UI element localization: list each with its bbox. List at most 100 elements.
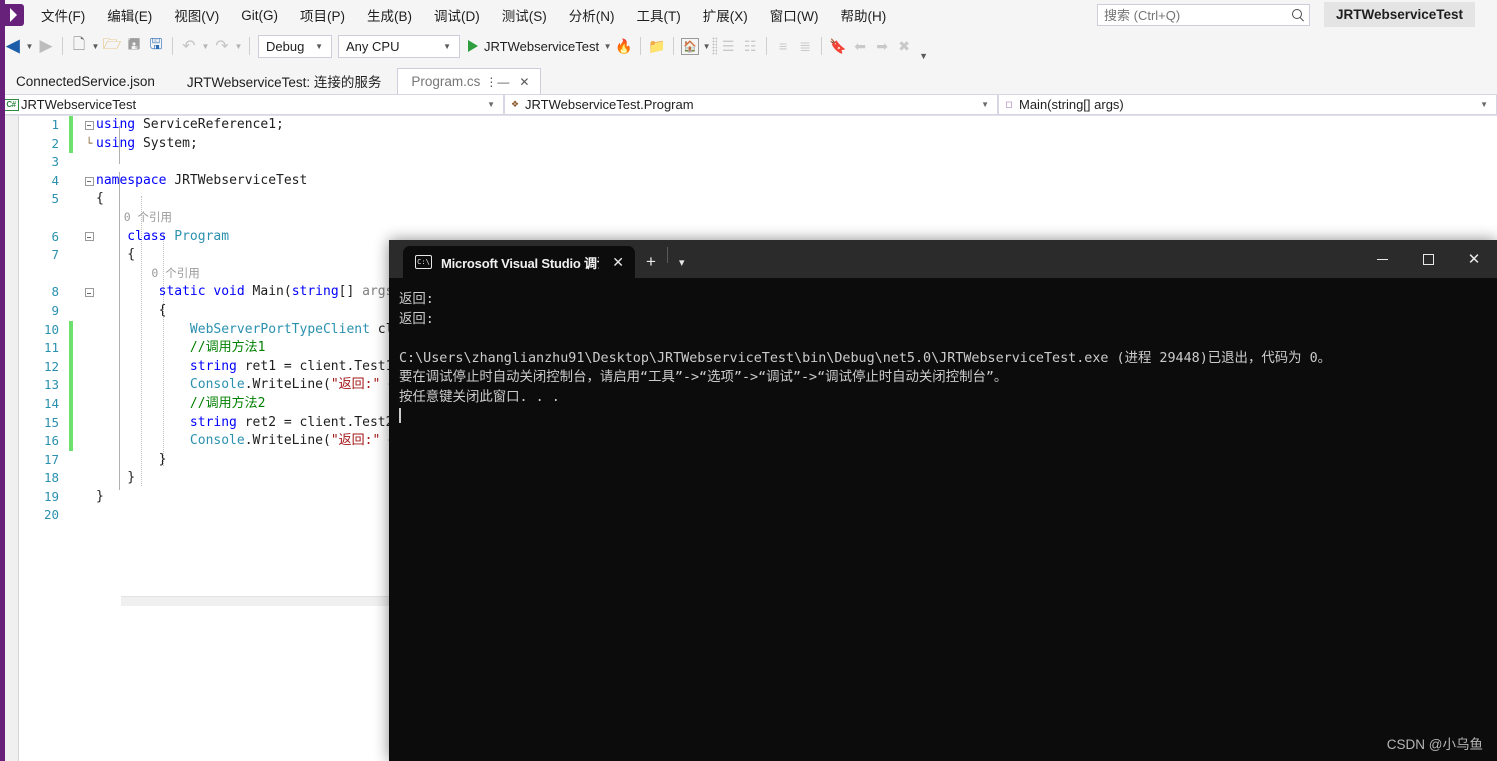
new-item-icon[interactable]: 🗋 <box>68 35 90 57</box>
folder-search-icon[interactable]: 📁 <box>646 35 668 57</box>
redo-icon[interactable]: ↷ <box>211 35 233 57</box>
codelens-label[interactable]: 0 个引用 <box>96 264 199 284</box>
navigation-member-combo[interactable]: ◻ Main(string[] args) ▼ <box>998 94 1497 115</box>
menu-item-debug[interactable]: 调试(D) <box>423 1 491 29</box>
navigate-forward-icon[interactable]: ▶ <box>35 35 57 57</box>
menu-item-analyze[interactable]: 分析(N) <box>558 1 626 29</box>
search-icon[interactable] <box>1291 8 1305 22</box>
outlining-glyph[interactable] <box>82 283 96 302</box>
tab-program-cs[interactable]: Program.cs ⋮— ✕ <box>397 68 542 94</box>
maximize-icon[interactable] <box>1405 240 1451 278</box>
redo-dropdown-icon[interactable]: ▼ <box>233 35 244 57</box>
save-all-icon[interactable]: 🖫 <box>145 35 167 57</box>
menu-item-help[interactable]: 帮助(H) <box>829 1 897 29</box>
menu-item-extensions[interactable]: 扩展(X) <box>692 1 759 29</box>
decrease-indent-icon[interactable]: ≡ <box>772 35 794 57</box>
start-debugging-button[interactable]: JRTWebserviceTest <box>463 34 602 58</box>
outlining-glyph[interactable] <box>82 116 96 135</box>
comment-selection-icon[interactable]: ☰ <box>717 35 739 57</box>
increase-indent-icon[interactable]: ≣ <box>794 35 816 57</box>
start-dropdown-icon[interactable]: ▼ <box>602 35 613 57</box>
tab-label: ConnectedService.json <box>16 73 155 89</box>
code-token: .WriteLine( <box>244 433 331 449</box>
menu-item-file[interactable]: 文件(F) <box>30 1 96 29</box>
code-content: 1 using ServiceReference1; 2 └ using System;… <box>19 116 409 525</box>
uncomment-selection-icon[interactable]: ☷ <box>739 35 761 57</box>
debug-console-window: C:\ Microsoft Visual Studio 调试控 ✕ + ▾ ✕ … <box>389 240 1497 761</box>
outlining-glyph <box>82 432 96 451</box>
home-icon[interactable]: 🏠 <box>679 35 701 57</box>
navigate-back-icon[interactable]: ◀ <box>2 35 24 57</box>
search-box[interactable] <box>1097 4 1310 26</box>
standard-toolbar: ◀ ▼ ▶ 🗋 ▼ 🗁 🖪 🖫 ↶ ▼ ↷ ▼ Debug ▼ Any CPU … <box>0 30 1497 62</box>
menu-item-test[interactable]: 测试(S) <box>491 1 558 29</box>
outlining-glyph[interactable] <box>82 172 96 191</box>
chevron-down-icon[interactable]: ▼ <box>973 100 997 109</box>
line-number: 16 <box>43 433 59 449</box>
menu-item-git[interactable]: Git(G) <box>230 4 289 27</box>
open-file-icon[interactable]: 🗁 <box>101 35 123 57</box>
code-line: 9 { <box>19 302 409 321</box>
terminal-tab[interactable]: C:\ Microsoft Visual Studio 调试控 ✕ <box>403 246 635 278</box>
collapse-icon[interactable] <box>84 120 94 130</box>
collapse-icon[interactable] <box>84 232 94 242</box>
outlining-glyph <box>82 265 96 284</box>
menu-item-window[interactable]: 窗口(W) <box>759 1 830 29</box>
code-line: 2 └ using System; <box>19 134 409 154</box>
close-icon[interactable]: ✕ <box>1451 240 1497 278</box>
clear-bookmarks-icon[interactable]: ✖ <box>893 35 915 57</box>
change-indicator <box>69 172 73 191</box>
collapse-icon[interactable] <box>84 176 94 186</box>
tab-connected-services[interactable]: JRTWebserviceTest: 连接的服务 <box>171 68 398 94</box>
bookmark-icon[interactable]: 🔖 <box>827 35 849 57</box>
tab-label: Program.cs <box>411 74 481 89</box>
minimize-icon[interactable] <box>1359 240 1405 278</box>
console-title-bar[interactable]: C:\ Microsoft Visual Studio 调试控 ✕ + ▾ ✕ <box>389 240 1497 278</box>
previous-bookmark-icon[interactable]: ⬅ <box>849 35 871 57</box>
menu-item-project[interactable]: 项目(P) <box>289 1 356 29</box>
code-text: string ret2 = client.Test2As <box>96 414 409 433</box>
solution-platform-combo[interactable]: Any CPU ▼ <box>338 34 460 58</box>
new-tab-icon[interactable]: + <box>635 246 667 278</box>
chevron-down-icon[interactable]: ▾ <box>668 246 696 278</box>
chevron-down-icon[interactable]: ▼ <box>479 100 503 109</box>
chevron-down-icon[interactable]: ▼ <box>438 42 456 51</box>
window-accent-strip <box>0 0 5 761</box>
navigation-type-combo[interactable]: ❖ JRTWebserviceTest.Program ▼ <box>504 94 998 115</box>
menu-item-view[interactable]: 视图(V) <box>163 1 230 29</box>
navigation-project-combo[interactable]: C# JRTWebserviceTest ▼ <box>0 94 504 115</box>
undo-dropdown-icon[interactable]: ▼ <box>200 35 211 57</box>
navigate-back-dropdown-icon[interactable]: ▼ <box>24 35 35 57</box>
menu-item-tools[interactable]: 工具(T) <box>626 1 692 29</box>
menu-item-edit[interactable]: 编辑(E) <box>96 1 163 29</box>
close-icon[interactable]: ✕ <box>514 75 534 89</box>
chevron-down-icon[interactable]: ▼ <box>310 42 328 51</box>
new-item-dropdown-icon[interactable]: ▼ <box>90 35 101 57</box>
save-icon[interactable]: 🖪 <box>123 35 145 57</box>
code-line: 5{ <box>19 190 409 209</box>
outlining-glyph[interactable] <box>82 228 96 247</box>
close-icon[interactable]: ✕ <box>607 254 629 271</box>
home-dropdown-icon[interactable]: ▼ <box>701 35 712 57</box>
toolbar-overflow-icon[interactable]: ▼ <box>919 51 928 62</box>
next-bookmark-icon[interactable]: ➡ <box>871 35 893 57</box>
undo-icon[interactable]: ↶ <box>178 35 200 57</box>
console-output[interactable]: 返回: 返回: C:\Users\zhanglianzhu91\Desktop\J… <box>389 278 1497 761</box>
chevron-down-icon[interactable]: ▼ <box>1472 100 1496 109</box>
change-indicator <box>69 134 73 154</box>
solution-configuration-combo[interactable]: Debug ▼ <box>258 34 332 58</box>
code-token: static void <box>96 284 253 300</box>
tab-connectedservice-json[interactable]: ConnectedService.json <box>0 68 171 94</box>
menu-item-build[interactable]: 生成(B) <box>356 1 423 29</box>
change-indicator <box>69 488 73 507</box>
editor-navigation-bar: C# JRTWebserviceTest ▼ ❖ JRTWebserviceTe… <box>0 94 1497 116</box>
collapse-icon[interactable] <box>84 288 94 298</box>
outlining-glyph <box>82 302 96 321</box>
pin-icon[interactable]: ⋮— <box>480 75 514 89</box>
codelens-label[interactable]: 0 个引用 <box>96 208 172 228</box>
search-input[interactable] <box>1102 6 1291 24</box>
outlining-glyph <box>82 339 96 358</box>
codelens-row: 0 个引用 <box>19 265 409 284</box>
hot-reload-icon[interactable]: 🔥 <box>613 35 635 57</box>
